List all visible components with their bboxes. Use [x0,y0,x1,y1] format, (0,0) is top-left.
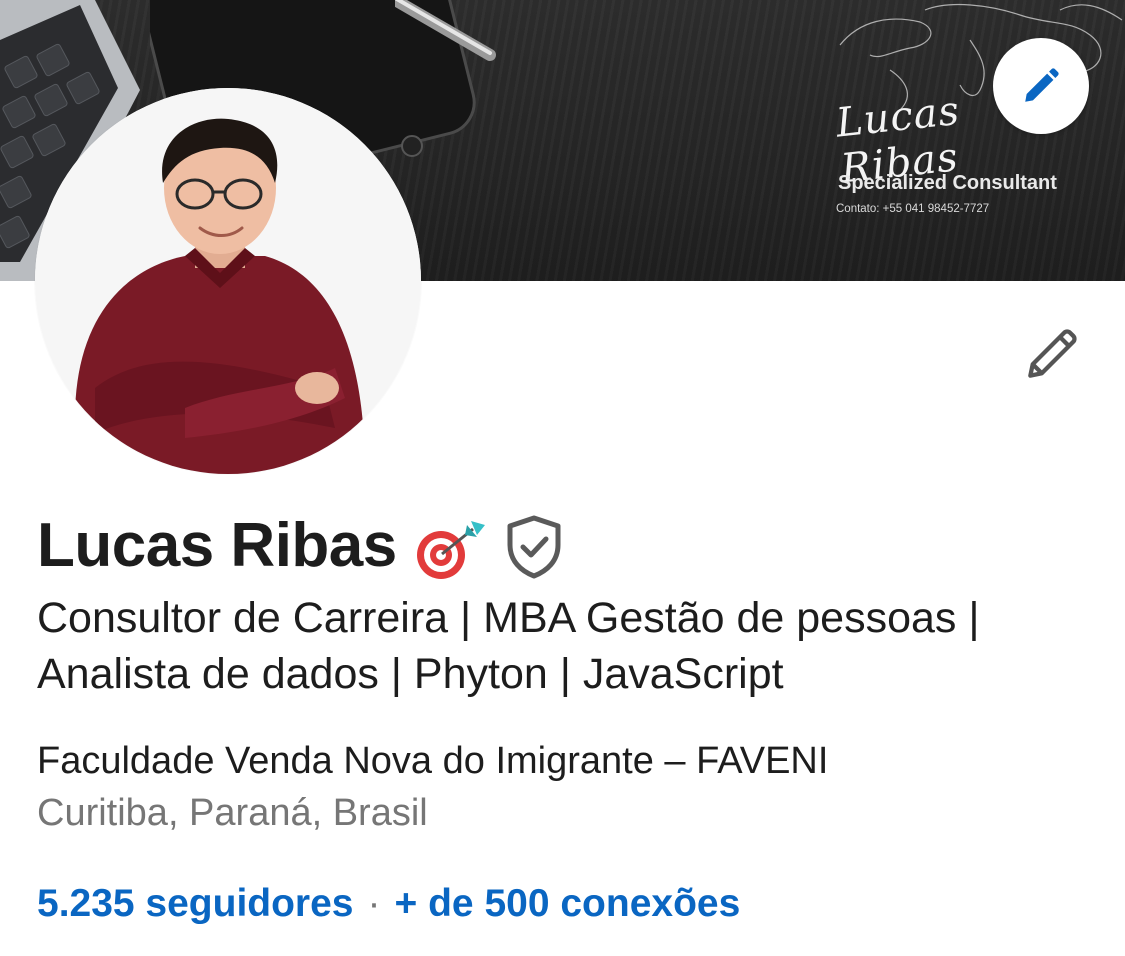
profile-photo[interactable] [35,88,421,474]
edit-banner-button[interactable] [993,38,1089,134]
pen-image [395,0,496,61]
pencil-outline-icon [1028,329,1077,378]
profile-school[interactable]: Faculdade Venda Nova do Imigrante – FAVE… [37,740,828,783]
stats-separator: · [367,882,381,925]
avatar-photo [35,88,421,474]
edit-profile-button[interactable] [1018,318,1088,388]
network-stats: 5.235 seguidores · + de 500 conexões [37,882,740,926]
shield-check-icon [507,515,561,579]
banner-contact: Contato: +55 041 98452-7727 [836,203,990,215]
name-row: Lucas Ribas [37,510,563,580]
banner-tagline: Specialized Consultant [838,172,1057,194]
profile-location: Curitiba, Paraná, Brasil [37,792,428,834]
profile-name: Lucas Ribas [37,510,397,580]
profile-headline: Consultor de Carreira | MBA Gestão de pe… [37,594,980,698]
followers-link[interactable]: 5.235 seguidores [37,882,354,926]
connections-link[interactable]: + de 500 conexões [395,882,741,926]
target-dart-icon [416,521,485,579]
pencil-icon [1025,68,1059,102]
